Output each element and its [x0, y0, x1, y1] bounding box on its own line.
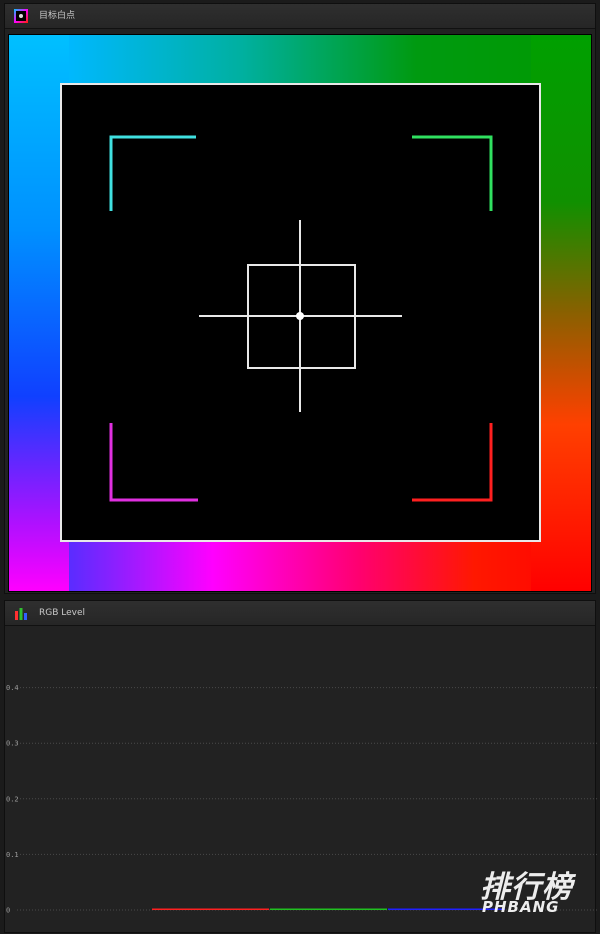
corner-bracket-bottom-left: [109, 423, 198, 502]
target-overlay: [109, 135, 493, 502]
white-point-marker: [296, 312, 304, 320]
rgb-level-titlebar: RGB Level: [5, 601, 595, 626]
y-tick-label: 0.1: [6, 851, 19, 859]
corner-bracket-bottom-right: [412, 423, 493, 502]
gamut-color-frame: [8, 34, 592, 592]
y-tick-label: 0.3: [6, 740, 19, 748]
rgb-level-title: RGB Level: [39, 608, 86, 618]
color-target-icon: [14, 9, 28, 23]
bar-g: [270, 908, 387, 910]
corner-bracket-top-right: [412, 135, 493, 211]
white-point-titlebar: 目标白点: [5, 4, 595, 29]
watermark-en: PHBANG: [482, 898, 560, 916]
white-point-panel: 目标白点: [4, 3, 596, 594]
y-tick-label: 0.2: [6, 795, 19, 803]
white-point-title: 目标白点: [39, 11, 76, 21]
corner-bracket-top-left: [109, 135, 196, 211]
bar-chart-icon: [15, 608, 27, 620]
y-tick-label: 0: [6, 907, 10, 915]
y-tick-label: 0.4: [6, 684, 19, 692]
bar-r: [152, 908, 269, 910]
